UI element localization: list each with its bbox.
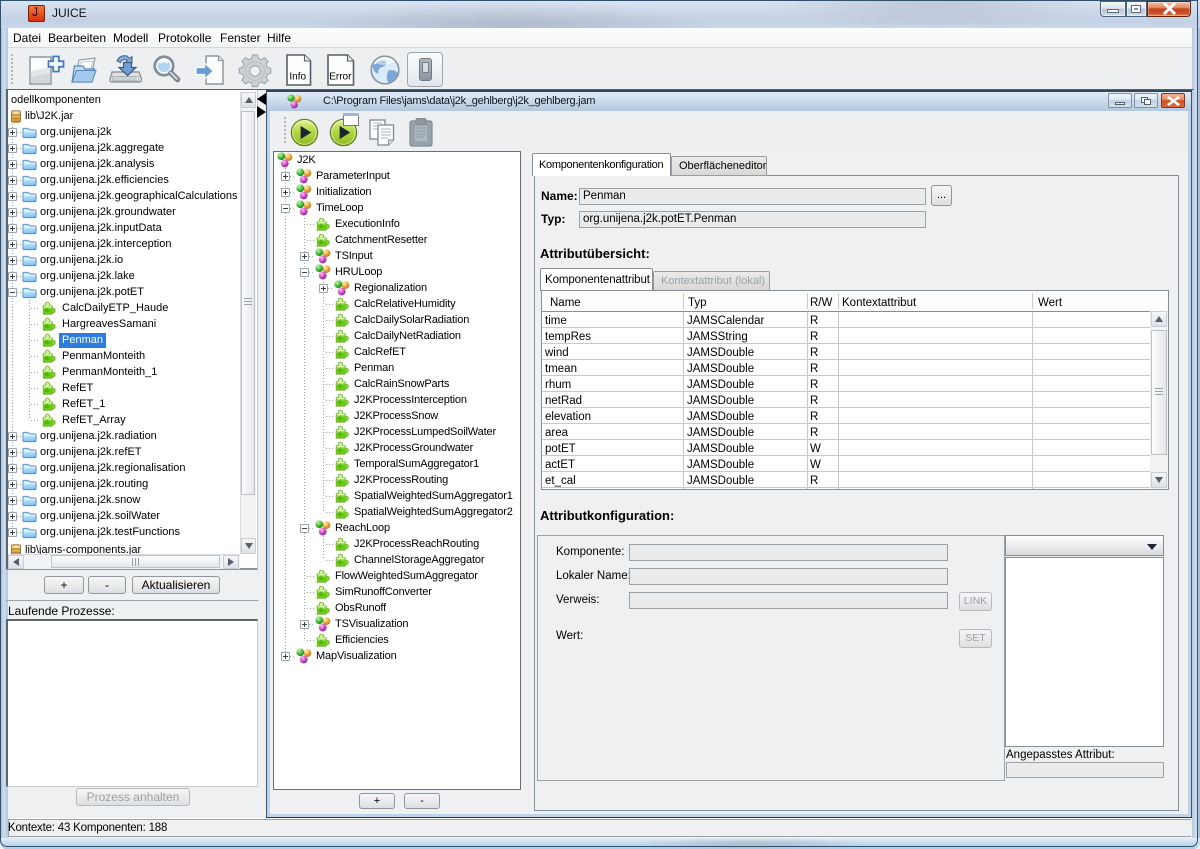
svg-text:Info: Info [289,72,306,83]
svg-text:Error: Error [329,72,352,83]
